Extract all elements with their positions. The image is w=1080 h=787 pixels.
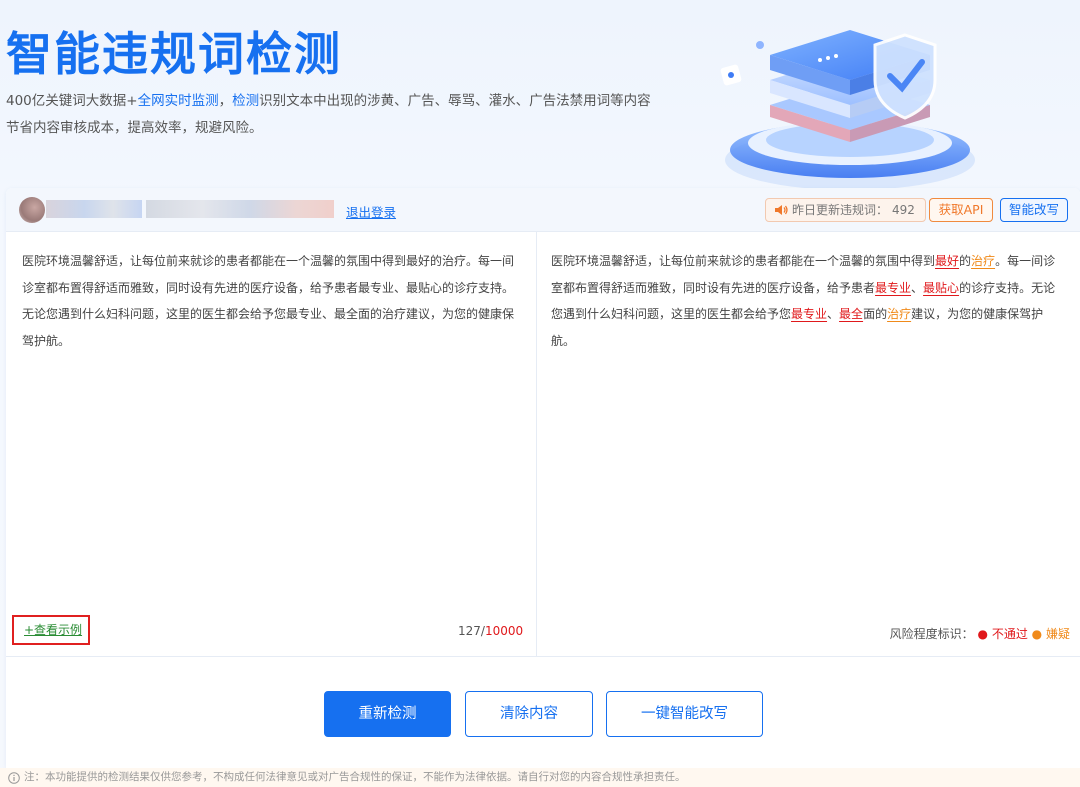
result-panel: 医院环境温馨舒适，让每位前来就诊的患者都能在一个温馨的氛围中得到最好的治疗。每一… bbox=[537, 232, 1080, 656]
risk-suspect-label: 嫌疑 bbox=[1045, 627, 1070, 641]
blurred-username bbox=[46, 200, 142, 218]
violation-word-fail: 最专业 bbox=[875, 280, 912, 295]
update-count: 492 bbox=[892, 203, 915, 217]
result-text: 医院环境温馨舒适，让每位前来就诊的患者都能在一个温馨的氛围中得到最好的治疗。每一… bbox=[551, 248, 1057, 354]
get-api-button[interactable]: 获取API bbox=[929, 198, 993, 222]
hero-banner: 智能违规词检测 400亿关键词大数据+全网实时监测，检测识别文本中出现的涉黄、广… bbox=[0, 0, 1080, 190]
input-textarea[interactable]: 医院环境温馨舒适，让每位前来就诊的患者都能在一个温馨的氛围中得到最好的治疗。每一… bbox=[22, 248, 522, 354]
update-label: 昨日更新违规词： bbox=[792, 203, 889, 217]
desc-line-2: 节省内容审核成本，提高效率，规避风险。 bbox=[6, 120, 263, 136]
recheck-button[interactable]: 重新检测 bbox=[324, 691, 451, 737]
risk-fail-label: 不通过 bbox=[991, 627, 1028, 641]
input-panel[interactable]: 医院环境温馨舒适，让每位前来就诊的患者都能在一个温馨的氛围中得到最好的治疗。每一… bbox=[6, 232, 537, 656]
speaker-icon bbox=[775, 205, 788, 215]
violation-word-fail: 最专业 bbox=[791, 307, 828, 321]
result-text-segment: 医院环境温馨舒适，让每位前来就诊的患者都能在一个温馨的氛围中得到 bbox=[551, 254, 936, 268]
desc-text: 400亿关键词大数据+ bbox=[6, 93, 138, 109]
disclaimer-text: 注：本功能提供的检测结果仅供您参考，不构成任何法律意见或对广告合规性的保证，不能… bbox=[24, 771, 686, 783]
violation-word-fail: 最好 bbox=[935, 254, 960, 268]
avatar bbox=[19, 197, 45, 223]
char-counter: 127/10000 bbox=[458, 624, 523, 638]
view-example-link[interactable]: +查看示例 bbox=[12, 615, 90, 645]
clear-content-button[interactable]: 清除内容 bbox=[465, 691, 593, 737]
desc-text: ， bbox=[218, 93, 233, 109]
blurred-account-info bbox=[146, 200, 334, 218]
result-text-segment: 面的 bbox=[863, 307, 888, 321]
risk-legend: 风险程度标识： ● 不通过 ● 嫌疑 bbox=[890, 625, 1070, 642]
result-text-segment: 、 bbox=[911, 280, 924, 295]
page-title: 智能违规词检测 bbox=[6, 27, 342, 81]
char-count-max: 10000 bbox=[484, 624, 524, 638]
user-bar: 退出登录 昨日更新违规词： 492 获取API 智能改写 bbox=[6, 188, 1080, 232]
result-text-segment: 、 bbox=[827, 307, 840, 321]
disclaimer-bar: 注：本功能提供的检测结果仅供您参考，不构成任何法律意见或对广告合规性的保证，不能… bbox=[0, 768, 1080, 787]
char-count: 127 bbox=[458, 624, 481, 638]
desc-text: 识别文本中出现的涉黄、广告、辱骂、灌水、广告法禁用词等内容 bbox=[259, 93, 651, 109]
smart-rewrite-button[interactable]: 智能改写 bbox=[1000, 198, 1068, 222]
violation-word-fail: 最全 bbox=[839, 307, 864, 321]
result-text-segment: 的 bbox=[959, 254, 972, 268]
action-bar: 重新检测 清除内容 一键智能改写 bbox=[6, 656, 1080, 768]
one-click-rewrite-button[interactable]: 一键智能改写 bbox=[606, 691, 763, 737]
violation-word-suspect: 治疗 bbox=[971, 254, 996, 268]
violation-word-fail: 最贴心 bbox=[923, 280, 960, 295]
detection-card: 退出登录 昨日更新违规词： 492 获取API 智能改写 医院环境温馨舒适，让每位… bbox=[6, 188, 1080, 768]
info-icon bbox=[8, 771, 20, 784]
suspect-dot-icon: ● bbox=[1031, 627, 1043, 641]
desc-highlight-monitor: 全网实时监测 bbox=[137, 93, 219, 109]
fail-dot-icon: ● bbox=[977, 627, 988, 641]
violation-word-suspect: 治疗 bbox=[887, 307, 912, 321]
shield-server-illustration-icon bbox=[720, 30, 975, 190]
desc-highlight-detect: 检测 bbox=[232, 93, 260, 109]
update-count-badge: 昨日更新违规词： 492 bbox=[765, 198, 926, 222]
hero-description: 400亿关键词大数据+全网实时监测，检测识别文本中出现的涉黄、广告、辱骂、灌水、… bbox=[6, 88, 706, 142]
logout-link[interactable]: 退出登录 bbox=[346, 202, 396, 221]
risk-label: 风险程度标识： bbox=[889, 627, 974, 641]
